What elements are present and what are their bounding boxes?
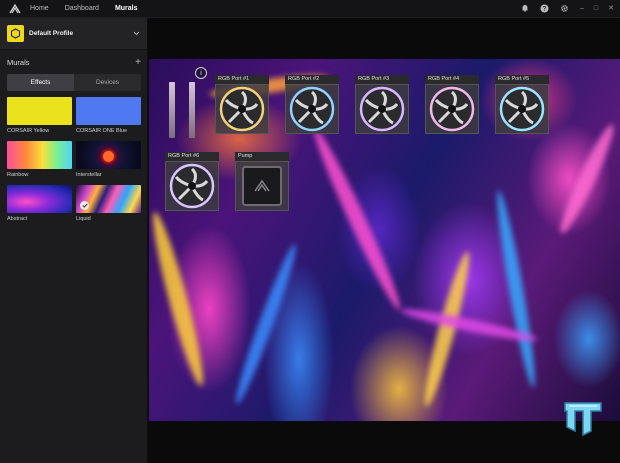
effect-thumbnail bbox=[76, 97, 141, 125]
fan-tile bbox=[215, 84, 269, 134]
fan-icon bbox=[219, 86, 265, 132]
pump-level-widget bbox=[165, 74, 199, 142]
nav-murals[interactable]: Murals bbox=[115, 5, 138, 12]
add-mural-button[interactable]: + bbox=[135, 57, 141, 68]
sidebar: Default Profile Murals + Effects Devices… bbox=[0, 18, 148, 463]
pump-tile bbox=[235, 161, 289, 211]
device-label: RGB Port #3 bbox=[355, 75, 409, 84]
top-right-controls: ? – □ ✕ bbox=[520, 3, 614, 13]
effect-card-liquid[interactable]: Liquid bbox=[76, 185, 141, 225]
effect-label: CORSAIR Yellow bbox=[7, 128, 50, 134]
effect-label: Abstract bbox=[7, 216, 28, 222]
top-navigation-bar: Home Dashboard Murals ? – □ ✕ bbox=[0, 0, 620, 18]
fan-icon bbox=[359, 86, 405, 132]
fan-icon bbox=[499, 86, 545, 132]
bell-icon[interactable] bbox=[520, 3, 530, 13]
fan-icon bbox=[169, 163, 215, 209]
help-icon[interactable]: ? bbox=[540, 3, 550, 13]
tab-devices[interactable]: Devices bbox=[74, 74, 141, 91]
device-rgb-port-5[interactable]: RGB Port #5 bbox=[495, 75, 549, 134]
device-rgb-port-3[interactable]: RGB Port #3 bbox=[355, 75, 409, 134]
liquid-streak bbox=[554, 121, 620, 237]
effect-card-corsair-yellow[interactable]: CORSAIR Yellow bbox=[7, 97, 72, 137]
effect-thumbnail bbox=[76, 185, 141, 213]
close-button[interactable]: ✕ bbox=[608, 4, 614, 12]
effect-card-interstellar[interactable]: Interstellar bbox=[76, 141, 141, 181]
preview-bottom-band bbox=[149, 421, 620, 463]
effects-devices-tabs: Effects Devices bbox=[7, 74, 141, 91]
effect-label: Rainbow bbox=[7, 172, 29, 178]
corsair-logo-icon[interactable] bbox=[8, 2, 22, 16]
profile-hexagon-icon bbox=[7, 25, 24, 42]
fan-icon bbox=[289, 86, 335, 132]
effect-thumbnail bbox=[7, 141, 72, 169]
info-icon[interactable]: i bbox=[195, 67, 207, 79]
liquid-streak bbox=[149, 209, 210, 389]
murals-title: Murals bbox=[7, 57, 30, 67]
device-label: RGB Port #1 bbox=[215, 75, 269, 84]
liquid-streak bbox=[491, 189, 541, 389]
minimize-button[interactable]: – bbox=[580, 5, 584, 12]
device-pump[interactable]: Pump bbox=[235, 152, 289, 211]
device-label: RGB Port #2 bbox=[285, 75, 339, 84]
pump-level-bar bbox=[169, 82, 175, 138]
effect-thumbnail bbox=[7, 185, 72, 213]
effect-thumbnail bbox=[7, 97, 72, 125]
site-watermark-logo bbox=[561, 397, 605, 437]
effect-label: Liquid bbox=[76, 216, 91, 222]
device-rgb-port-6[interactable]: RGB Port #6 bbox=[165, 152, 219, 211]
tab-effects[interactable]: Effects bbox=[7, 74, 74, 91]
effect-label: CORSAIR ONE Blue bbox=[76, 128, 128, 134]
chevron-down-icon[interactable] bbox=[130, 28, 142, 40]
effect-card-abstract[interactable]: Abstract bbox=[7, 185, 72, 225]
icue-app-window: Home Dashboard Murals ? – □ ✕ Default Pr… bbox=[0, 0, 620, 463]
fan-tile bbox=[355, 84, 409, 134]
mural-preview-area: i RGB Port #1 RGB Port #2 RGB Port #3 RG… bbox=[149, 18, 620, 463]
effect-card-rainbow[interactable]: Rainbow bbox=[7, 141, 72, 181]
device-label: RGB Port #5 bbox=[495, 75, 549, 84]
profile-selector[interactable]: Default Profile bbox=[0, 18, 147, 50]
liquid-streak bbox=[230, 241, 302, 407]
fan-tile bbox=[495, 84, 549, 134]
pump-level-bar bbox=[189, 82, 195, 138]
fan-icon bbox=[429, 86, 475, 132]
effect-label: Interstellar bbox=[76, 172, 102, 178]
profile-name: Default Profile bbox=[29, 30, 74, 37]
nav-dashboard[interactable]: Dashboard bbox=[65, 5, 99, 12]
liquid-streak bbox=[307, 124, 407, 314]
device-label: RGB Port #6 bbox=[165, 152, 219, 161]
effects-grid: CORSAIR Yellow CORSAIR ONE Blue Rainbow … bbox=[7, 97, 141, 225]
device-rgb-port-4[interactable]: RGB Port #4 bbox=[425, 75, 479, 134]
effect-thumbnail bbox=[76, 141, 141, 169]
svg-text:?: ? bbox=[543, 6, 547, 12]
selected-check-icon bbox=[80, 201, 89, 210]
maximize-button[interactable]: □ bbox=[594, 5, 598, 12]
murals-section-header: Murals + bbox=[0, 50, 147, 74]
device-rgb-port-1[interactable]: RGB Port #1 bbox=[215, 75, 269, 134]
device-label: Pump bbox=[235, 152, 289, 161]
device-label: RGB Port #4 bbox=[425, 75, 479, 84]
nav-home[interactable]: Home bbox=[30, 5, 49, 12]
gear-icon[interactable] bbox=[560, 3, 570, 13]
fan-tile bbox=[285, 84, 339, 134]
pump-head-icon bbox=[242, 166, 282, 206]
fan-tile bbox=[165, 161, 219, 211]
fan-tile bbox=[425, 84, 479, 134]
device-rgb-port-2[interactable]: RGB Port #2 bbox=[285, 75, 339, 134]
effect-card-corsair-one-blue[interactable]: CORSAIR ONE Blue bbox=[76, 97, 141, 137]
